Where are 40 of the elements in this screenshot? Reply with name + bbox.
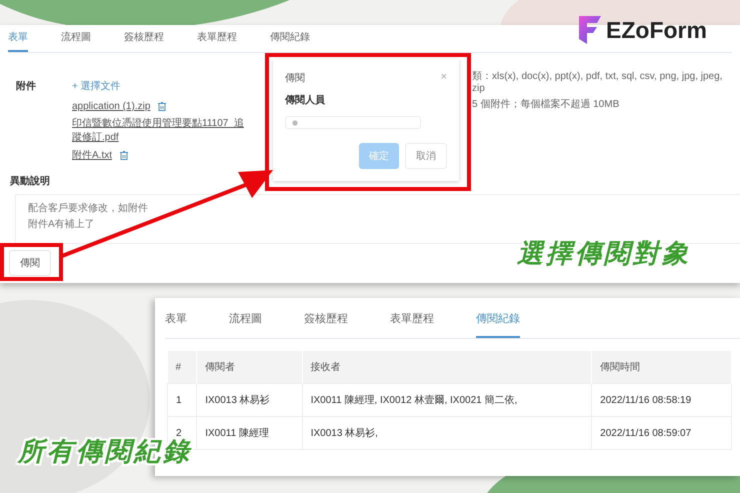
hint-text: 類：xls(x), doc(x), ppt(x), pdf, txt, sql, csv, png, jpg, jpeg, zip — [472, 70, 724, 94]
tab[interactable]: 傳閱紀錄 — [476, 306, 520, 338]
note-text: 配合客戶要求修改，如附件 — [28, 202, 149, 215]
circulate-button[interactable]: 傳閱 — [9, 250, 51, 276]
table-cell: 2022/11/16 08:58:19 — [592, 384, 732, 416]
table-cell: IX0013 林易衫 — [196, 384, 302, 416]
hint-text: 5 個附件；每個檔案不超過 10MB — [472, 98, 620, 111]
tab[interactable]: 表單歷程 — [197, 25, 237, 52]
logo-text: EZoForm — [606, 16, 707, 44]
column-header: # — [168, 351, 197, 384]
highlight-frame — [0, 243, 63, 281]
select-file-link[interactable]: + 選擇文件 — [72, 79, 252, 93]
person-field[interactable] — [285, 116, 421, 129]
dialog-title: 傳閱 — [285, 72, 305, 85]
tab[interactable]: 表單 — [8, 25, 28, 52]
tab[interactable]: 流程圖 — [229, 306, 262, 338]
field-label: 傳閱人員 — [285, 94, 326, 107]
trash-icon[interactable] — [158, 102, 166, 111]
table-cell: 2022/11/16 08:59:07 — [592, 416, 732, 450]
table-cell: IX0013 林易衫, — [302, 416, 592, 450]
file-link[interactable]: application (1).zip — [72, 101, 150, 112]
tab[interactable]: 表單歷程 — [390, 306, 434, 338]
note-text: 附件A有補上了 — [28, 218, 96, 231]
trash-icon[interactable] — [120, 150, 128, 160]
tab[interactable]: 簽核歷程 — [124, 25, 164, 52]
table-cell: 1 — [168, 384, 197, 416]
tab[interactable]: 流程圖 — [61, 25, 91, 52]
table-cell: IX0011 陳經理, IX0012 林壹爾, IX0021 簡二依, — [302, 384, 592, 416]
column-header: 接收者 — [302, 351, 592, 384]
tab[interactable]: 簽核歷程 — [304, 306, 348, 338]
cancel-button[interactable]: 取消 — [405, 143, 447, 169]
tab[interactable]: 傳閱紀錄 — [270, 25, 310, 52]
tab[interactable]: 表單 — [165, 306, 187, 338]
column-header: 傳閱者 — [196, 351, 302, 384]
file-link[interactable]: 附件A.txt — [72, 148, 112, 162]
column-header: 傳閱時間 — [592, 351, 732, 384]
field-label: 異動說明 — [10, 174, 51, 188]
table-cell: IX0011 陳經理 — [196, 416, 302, 450]
field-label: 附件 — [16, 80, 37, 94]
file-link[interactable]: 印信暨數位憑證使用管理要點11107_追蹤修訂.pdf — [72, 116, 252, 144]
